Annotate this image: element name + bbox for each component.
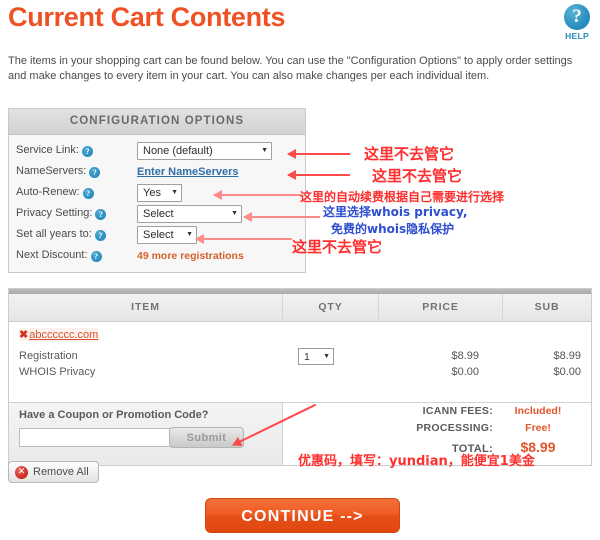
column-header-price: PRICE (379, 294, 503, 321)
annotation-arrow-service-link (287, 149, 350, 159)
privacy-setting-label: Privacy Setting:? (16, 207, 107, 220)
remove-item-icon[interactable]: ✖ (19, 328, 28, 341)
annotation-nameservers: 这里不去管它 (372, 167, 463, 185)
close-icon: ✕ (15, 465, 28, 479)
subtotal-registration: $8.99 (553, 350, 581, 362)
totals-row-processing: PROCESSING: Free! (353, 422, 583, 439)
annotation-arrow-privacy (243, 212, 320, 222)
price-registration: $8.99 (451, 350, 479, 362)
next-discount-label: Next Discount:? (16, 249, 104, 262)
privacy-setting-value: Select (143, 207, 174, 220)
service-link-select[interactable]: None (default) ▼ (137, 141, 272, 160)
configuration-options-panel: CONFIGURATION OPTIONS Service Link:? Non… (8, 108, 306, 273)
help-button[interactable]: ? HELP (557, 4, 597, 41)
coupon-panel: Have a Coupon or Promotion Code? Submit (9, 403, 283, 465)
chevron-down-icon: ▼ (261, 147, 268, 154)
cart-header-row: ITEM QTY PRICE SUB (9, 294, 591, 322)
annotation-arrow-years (195, 234, 292, 244)
set-all-years-control: Select ▼ (137, 225, 197, 244)
service-link-label: Service Link:? (16, 144, 104, 157)
totals-row-icann: ICANN FEES: Included! (353, 405, 583, 422)
nameservers-label: NameServers:? (16, 165, 104, 178)
icann-fees-label: ICANN FEES: (422, 405, 493, 417)
continue-button[interactable]: CONTINUE --> (205, 498, 400, 533)
config-row-next-discount: Next Discount:? 49 more registrations (9, 245, 305, 266)
privacy-setting-select[interactable]: Select ▼ (137, 204, 242, 223)
annotation-service-link: 这里不去管它 (364, 145, 455, 163)
auto-renew-select[interactable]: Yes ▼ (137, 183, 182, 202)
enter-nameservers-link[interactable]: Enter NameServers (137, 166, 239, 178)
help-label: HELP (565, 31, 589, 41)
question-mark-icon: ? (564, 4, 590, 30)
annotation-coupon: 优惠码，填写：yundian，能便宜1美金 (298, 454, 535, 469)
cart-item-row: ✖abcccccc.com Registration WHOIS Privacy… (9, 322, 591, 402)
help-tip-icon[interactable]: ? (94, 230, 106, 241)
configuration-options-body: Service Link:? None (default) ▼ NameServ… (9, 135, 305, 272)
config-row-auto-renew: Auto-Renew:? Yes ▼ (9, 182, 305, 203)
page-title: Current Cart Contents (8, 2, 286, 32)
chevron-down-icon: ▼ (231, 210, 238, 217)
help-tip-icon[interactable]: ? (89, 167, 101, 178)
line-item-registration-label: Registration (19, 350, 78, 362)
privacy-setting-control: Select ▼ (137, 204, 242, 223)
annotation-privacy-choice: 这里选择whois privacy, (323, 205, 468, 219)
column-header-item: ITEM (9, 294, 283, 321)
processing-label: PROCESSING: (416, 422, 493, 434)
configuration-options-header: CONFIGURATION OPTIONS (9, 109, 305, 135)
annotation-years: 这里不去管它 (292, 238, 383, 256)
line-item-whois-privacy-label: WHOIS Privacy (19, 366, 96, 378)
cart-table: ITEM QTY PRICE SUB ✖abcccccc.com Registr… (8, 288, 592, 466)
config-row-set-all-years: Set all years to:? Select ▼ (9, 224, 305, 245)
column-header-sub: SUB (534, 301, 560, 313)
auto-renew-control: Yes ▼ (137, 183, 182, 202)
icann-fees-value: Included! (514, 405, 562, 417)
annotation-privacy-free: 免费的whois隐私保护 (331, 222, 455, 236)
auto-renew-label: Auto-Renew:? (16, 186, 104, 199)
price-whois-privacy: $0.00 (451, 366, 479, 378)
nameservers-control: Enter NameServers (137, 166, 239, 178)
auto-renew-value: Yes (143, 186, 161, 199)
set-all-years-select[interactable]: Select ▼ (137, 225, 197, 244)
remove-all-label: Remove All (33, 466, 89, 478)
next-discount-value: 49 more registrations (137, 249, 244, 262)
annotation-arrow-nameservers (287, 170, 350, 180)
help-tip-icon[interactable]: ? (90, 251, 102, 262)
coupon-title: Have a Coupon or Promotion Code? (19, 409, 209, 421)
processing-value: Free! (525, 422, 551, 434)
config-row-privacy-setting: Privacy Setting:? Select ▼ (9, 203, 305, 224)
subtotal-whois-privacy: $0.00 (553, 366, 581, 378)
config-row-service-link: Service Link:? None (default) ▼ (9, 140, 305, 161)
quantity-select[interactable]: 1 ▼ (298, 348, 334, 365)
domain-name-link[interactable]: ✖abcccccc.com (19, 328, 99, 341)
help-tip-icon[interactable]: ? (81, 146, 93, 157)
config-row-nameservers: NameServers:? Enter NameServers (9, 161, 305, 182)
chevron-down-icon: ▼ (171, 189, 178, 196)
chevron-down-icon: ▼ (186, 231, 193, 238)
next-discount-control: 49 more registrations (137, 250, 244, 262)
help-tip-icon[interactable]: ? (82, 188, 94, 199)
set-all-years-label: Set all years to:? (16, 228, 106, 241)
service-link-control: None (default) ▼ (137, 141, 272, 160)
set-all-years-value: Select (143, 228, 174, 241)
domain-name-text: abcccccc.com (29, 329, 99, 341)
help-tip-icon[interactable]: ? (95, 209, 107, 220)
intro-text: The items in your shopping cart can be f… (8, 55, 573, 82)
chevron-down-icon: ▼ (323, 353, 330, 360)
annotation-arrow-auto-renew (213, 190, 302, 200)
column-header-qty: QTY (283, 294, 379, 321)
quantity-value: 1 (304, 350, 310, 363)
remove-all-button[interactable]: ✕ Remove All (8, 461, 99, 483)
totals-panel: ICANN FEES: Included! PROCESSING: Free! … (353, 405, 583, 456)
service-link-value: None (default) (143, 144, 213, 157)
